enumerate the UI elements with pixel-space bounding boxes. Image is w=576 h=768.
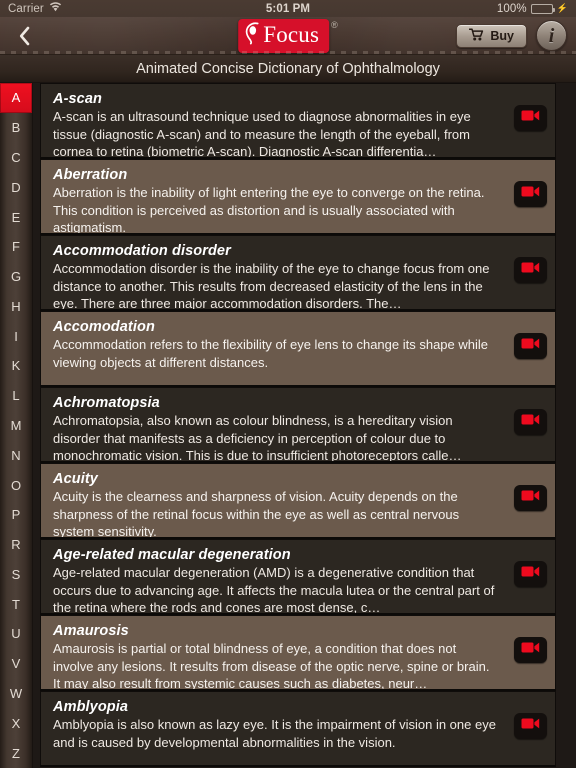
video-camera-icon [521, 641, 540, 659]
dictionary-entry-row[interactable]: Acuity Acuity is the clearness and sharpn… [40, 463, 556, 539]
entry-term: A-scan [53, 91, 102, 107]
entry-term: Amblyopia [53, 699, 129, 715]
index-letter-t[interactable]: T [0, 589, 32, 619]
buy-button[interactable]: Buy [456, 23, 527, 48]
entry-term: Achromatopsia [53, 395, 160, 411]
dictionary-entry-row[interactable]: Amblyopia Amblyopia is also known as lazy… [40, 691, 556, 767]
video-camera-icon [521, 489, 540, 507]
lightning-bolt-icon: ⚡ [556, 3, 568, 13]
index-letter-o[interactable]: O [0, 470, 32, 500]
entry-term: Accommodation disorder [53, 243, 231, 259]
play-video-button[interactable] [514, 181, 547, 207]
index-letter-a[interactable]: A [0, 83, 32, 113]
status-bar-time: 5:01 PM [265, 2, 311, 15]
entry-description: Accommodation refers to the flexibility … [53, 337, 489, 370]
entry-term: Acuity [53, 471, 98, 487]
navigation-bar: Focus ® Buy i [0, 17, 576, 55]
video-camera-icon [521, 717, 540, 735]
entry-description: A-scan is an ultrasound technique used t… [53, 109, 471, 159]
play-video-button[interactable] [514, 257, 547, 283]
video-camera-icon [521, 413, 540, 431]
dictionary-entry-row[interactable]: Aberration Aberration is the inability of… [40, 159, 556, 235]
index-letter-d[interactable]: D [0, 172, 32, 202]
index-letter-r[interactable]: R [0, 530, 32, 560]
status-bar-right: 100% ⚡ [497, 3, 568, 15]
wifi-icon [49, 2, 62, 15]
status-bar: Carrier 5:01 PM 100% ⚡ [0, 0, 576, 17]
index-letter-w[interactable]: W [0, 679, 32, 709]
index-letter-f[interactable]: F [0, 232, 32, 262]
eye-profile-logo-icon [244, 21, 261, 50]
entry-description: Amaurosis is partial or total blindness … [53, 641, 490, 691]
back-button[interactable] [0, 17, 48, 55]
index-letter-g[interactable]: G [0, 262, 32, 292]
entry-term: Amaurosis [53, 623, 129, 639]
entry-description: Amblyopia is also known as lazy eye. It … [53, 717, 496, 750]
index-letter-b[interactable]: B [0, 113, 32, 143]
index-letter-m[interactable]: M [0, 411, 32, 441]
index-letter-c[interactable]: C [0, 143, 32, 173]
index-letter-e[interactable]: E [0, 202, 32, 232]
index-letter-s[interactable]: S [0, 560, 32, 590]
buy-button-label: Buy [490, 28, 514, 43]
chevron-left-icon [19, 26, 30, 46]
play-video-button[interactable] [514, 409, 547, 435]
index-letter-l[interactable]: L [0, 381, 32, 411]
index-letter-x[interactable]: X [0, 708, 32, 738]
index-letter-i[interactable]: I [0, 321, 32, 351]
logo-text: Focus [263, 22, 320, 47]
app-root: Carrier 5:01 PM 100% ⚡ Focus ® Buy i Ani… [0, 0, 576, 768]
play-video-button[interactable] [514, 333, 547, 359]
play-video-button[interactable] [514, 713, 547, 739]
carrier-label: Carrier [8, 2, 44, 15]
video-camera-icon [521, 337, 540, 355]
video-camera-icon [521, 261, 540, 279]
entry-term: Aberration [53, 167, 128, 183]
dictionary-entry-row[interactable]: Age-related macular degeneration Age-rela… [40, 539, 556, 615]
list-right-gutter [556, 83, 576, 768]
status-bar-left: Carrier [8, 2, 62, 15]
play-video-button[interactable] [514, 105, 547, 131]
content-area: ABCDEFGHIKLMNOPRSTUVWXZ A-scan A-scan is … [0, 83, 576, 768]
app-logo: Focus ® [238, 18, 338, 53]
play-video-button[interactable] [514, 561, 547, 587]
navigation-actions: Buy i [456, 20, 576, 51]
shopping-cart-icon [469, 27, 484, 44]
page-title: Animated Concise Dictionary of Ophthalmo… [0, 55, 576, 83]
play-video-button[interactable] [514, 485, 547, 511]
registered-trademark-icon: ® [331, 19, 338, 30]
entry-term: Age-related macular degeneration [53, 547, 291, 563]
entry-description: Age-related macular degeneration (AMD) i… [53, 565, 495, 615]
info-button[interactable]: i [536, 20, 567, 51]
index-letter-p[interactable]: P [0, 500, 32, 530]
dictionary-entry-row[interactable]: A-scan A-scan is an ultrasound technique … [40, 83, 556, 159]
video-camera-icon [521, 565, 540, 583]
index-letter-v[interactable]: V [0, 649, 32, 679]
entry-description: Achromatopsia, also known as colour blin… [53, 413, 462, 463]
index-letter-h[interactable]: H [0, 291, 32, 321]
index-letter-z[interactable]: Z [0, 738, 32, 768]
index-letter-k[interactable]: K [0, 351, 32, 381]
play-video-button[interactable] [514, 637, 547, 663]
dictionary-entry-row[interactable]: Accommodation disorder Accommodation diso… [40, 235, 556, 311]
entry-description: Acuity is the clearness and sharpness of… [53, 489, 460, 539]
entry-term: Accomodation [53, 319, 155, 335]
entry-description: Aberration is the inability of light ent… [53, 185, 485, 235]
battery-percent-label: 100% [496, 2, 527, 15]
dictionary-entry-row[interactable]: Accomodation Accommodation refers to the … [40, 311, 556, 387]
video-camera-icon [521, 109, 540, 127]
alphabet-index-sidebar[interactable]: ABCDEFGHIKLMNOPRSTUVWXZ [0, 83, 33, 768]
dictionary-entry-row[interactable]: Amaurosis Amaurosis is partial or total b… [40, 615, 556, 691]
video-camera-icon [521, 185, 540, 203]
entry-description: Accommodation disorder is the inability … [53, 261, 490, 311]
index-letter-n[interactable]: N [0, 440, 32, 470]
info-circle-icon: i [548, 24, 555, 47]
index-letter-u[interactable]: U [0, 619, 32, 649]
dictionary-entry-row[interactable]: Achromatopsia Achromatopsia, also known a… [40, 387, 556, 463]
battery-full-icon [530, 3, 555, 14]
dictionary-entry-list[interactable]: A-scan A-scan is an ultrasound technique … [33, 83, 576, 768]
